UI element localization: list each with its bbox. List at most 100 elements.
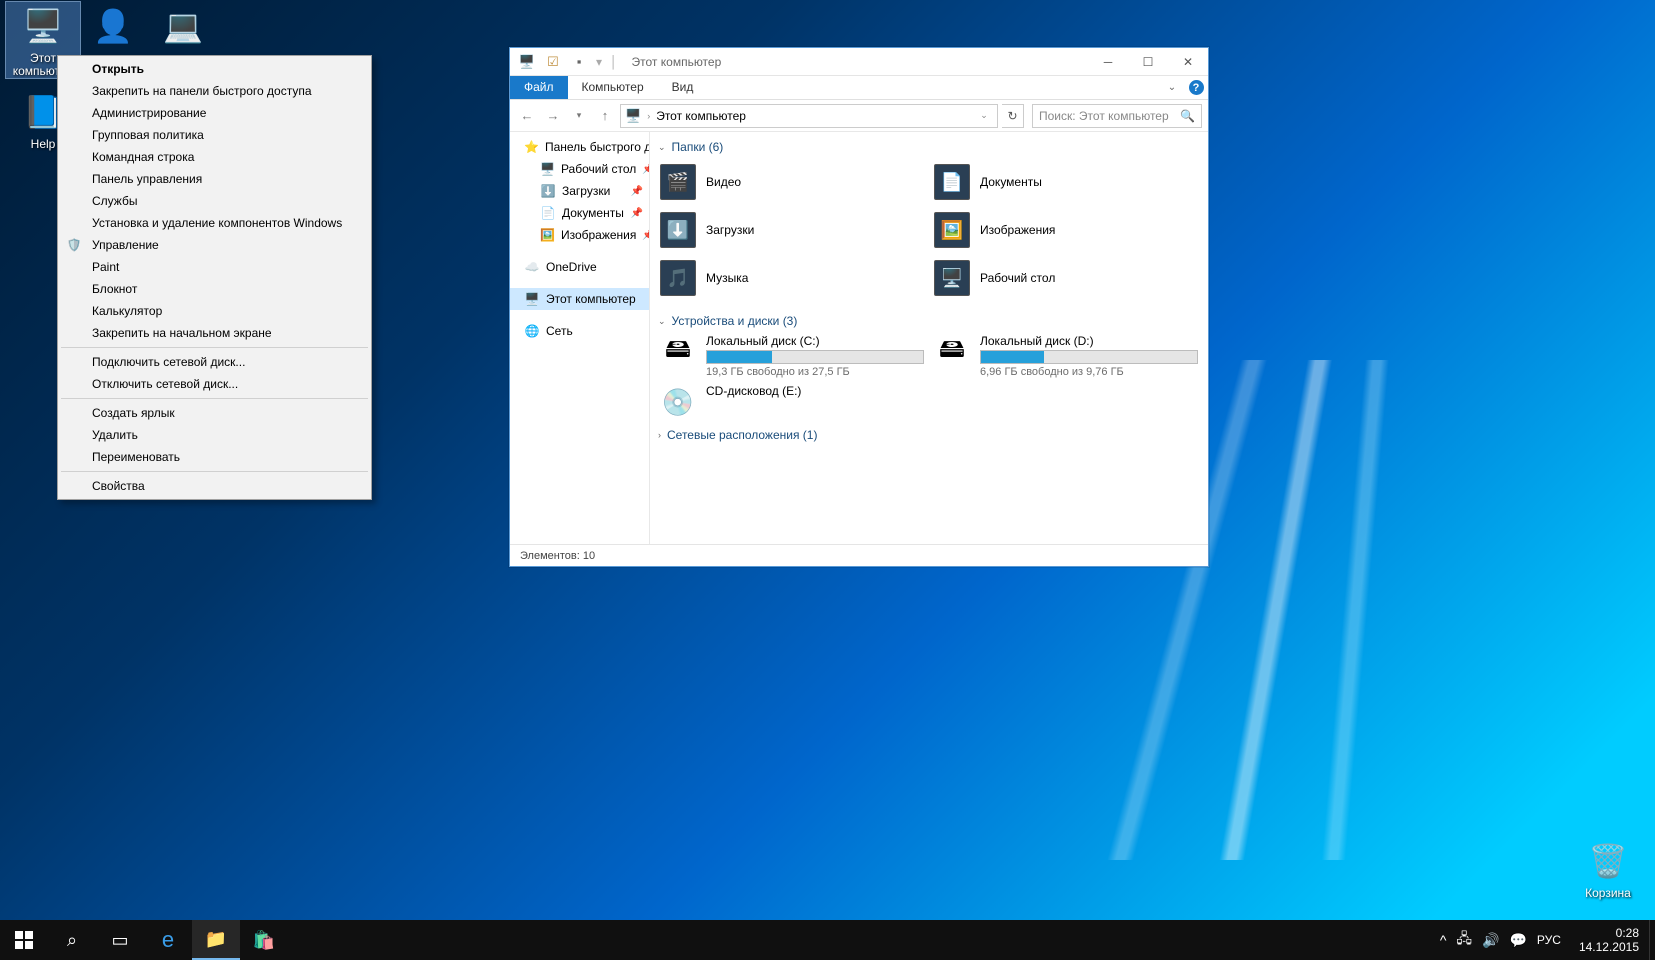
- menu-pin-start[interactable]: Закрепить на начальном экране: [60, 322, 369, 344]
- menu-manage[interactable]: 🛡️Управление: [60, 234, 369, 256]
- menu-separator: [61, 398, 368, 399]
- store-icon: 🛍️: [253, 930, 275, 951]
- shield-icon: 🛡️: [66, 237, 82, 253]
- network-icon[interactable]: 🖧: [1456, 928, 1472, 952]
- pin-icon: 📌: [631, 186, 643, 197]
- nav-this-pc[interactable]: 🖥️Этот компьютер: [510, 288, 649, 310]
- status-text: Элементов: 10: [520, 550, 595, 562]
- chevron-down-icon: ⌄: [658, 316, 666, 327]
- menu-group-policy[interactable]: Групповая политика: [60, 124, 369, 146]
- tab-file[interactable]: Файл: [510, 76, 568, 99]
- computer-icon: 🖥️: [19, 2, 67, 50]
- menu-services[interactable]: Службы: [60, 190, 369, 212]
- refresh-button[interactable]: ↻: [1002, 104, 1024, 128]
- recent-locations-button[interactable]: ▾: [568, 105, 590, 127]
- tab-view[interactable]: Вид: [658, 76, 708, 99]
- cloud-icon: ☁️: [524, 259, 540, 275]
- help-button[interactable]: ?: [1184, 76, 1208, 99]
- folder-music[interactable]: 🎵Музыка: [660, 256, 924, 300]
- group-folders[interactable]: ⌄Папки (6): [654, 134, 1204, 158]
- folder-video[interactable]: 🎬Видео: [660, 160, 924, 204]
- search-icon: 🔍: [1180, 109, 1195, 123]
- menu-properties[interactable]: Свойства: [60, 475, 369, 497]
- folder-desktop[interactable]: 🖥️Рабочий стол: [934, 256, 1198, 300]
- show-desktop-button[interactable]: [1649, 920, 1655, 960]
- desktop[interactable]: 🖥️ Этот компьютер 👤 💻 📘 Help 🗑️ Корзина …: [0, 0, 1655, 960]
- nav-pictures[interactable]: 🖼️Изображения📌: [510, 224, 649, 246]
- language-indicator[interactable]: РУС: [1537, 933, 1561, 947]
- forward-button[interactable]: →: [542, 105, 564, 127]
- drive-d[interactable]: 🖴 Локальный диск (D:) 6,96 ГБ свободно и…: [934, 334, 1198, 378]
- tab-computer[interactable]: Компьютер: [568, 76, 658, 99]
- qat-folder-icon[interactable]: ▪: [568, 51, 590, 73]
- folder-pictures[interactable]: 🖼️Изображения: [934, 208, 1198, 252]
- window-title: Этот компьютер: [626, 55, 1088, 69]
- drive-e[interactable]: 💿 CD-дисковод (E:): [660, 384, 924, 420]
- menu-rename[interactable]: Переименовать: [60, 446, 369, 468]
- clock-time: 0:28: [1579, 926, 1639, 940]
- task-view-button[interactable]: ▭: [96, 920, 144, 960]
- desktop-icon-recycle-bin[interactable]: 🗑️ Корзина: [1571, 837, 1645, 900]
- nav-network[interactable]: 🌐Сеть: [510, 320, 649, 342]
- menu-notepad[interactable]: Блокнот: [60, 278, 369, 300]
- star-icon: ⭐: [524, 139, 539, 155]
- menu-pin-quick-access[interactable]: Закрепить на панели быстрого доступа: [60, 80, 369, 102]
- explorer-window: 🖥️ ☑ ▪ ▾ │ Этот компьютер ─ ☐ ✕ Файл Ком…: [509, 47, 1209, 567]
- volume-icon[interactable]: 🔊: [1482, 932, 1499, 949]
- group-network[interactable]: ›Сетевые расположения (1): [654, 422, 1204, 446]
- menu-add-remove-components[interactable]: Установка и удаление компонентов Windows: [60, 212, 369, 234]
- menu-calculator[interactable]: Калькулятор: [60, 300, 369, 322]
- task-view-icon: ▭: [111, 930, 128, 951]
- menu-create-shortcut[interactable]: Создать ярлык: [60, 402, 369, 424]
- up-button[interactable]: ↑: [594, 105, 616, 127]
- breadcrumb[interactable]: Этот компьютер: [656, 109, 746, 123]
- nav-desktop[interactable]: 🖥️Рабочий стол📌: [510, 158, 649, 180]
- menu-map-drive[interactable]: Подключить сетевой диск...: [60, 351, 369, 373]
- menu-disconnect-drive[interactable]: Отключить сетевой диск...: [60, 373, 369, 395]
- ribbon-expand-button[interactable]: ⌄: [1160, 76, 1184, 99]
- address-bar[interactable]: 🖥️ › Этот компьютер ⌄: [620, 104, 998, 128]
- start-button[interactable]: [0, 920, 48, 960]
- notifications-icon[interactable]: 💬: [1509, 932, 1526, 949]
- titlebar[interactable]: 🖥️ ☑ ▪ ▾ │ Этот компьютер ─ ☐ ✕: [510, 48, 1208, 76]
- search-button[interactable]: ⌕: [48, 920, 96, 960]
- back-button[interactable]: ←: [516, 105, 538, 127]
- qat-properties-icon[interactable]: ☑: [542, 51, 564, 73]
- clock[interactable]: 0:28 14.12.2015: [1569, 926, 1649, 955]
- downloads-folder-icon: ⬇️: [660, 212, 696, 248]
- menu-command-line[interactable]: Командная строка: [60, 146, 369, 168]
- taskbar-explorer[interactable]: 📁: [192, 920, 240, 960]
- folder-downloads[interactable]: ⬇️Загрузки: [660, 208, 924, 252]
- downloads-icon: ⬇️: [540, 183, 556, 199]
- menu-delete[interactable]: Удалить: [60, 424, 369, 446]
- desktop-icon-app-2[interactable]: 💻: [146, 2, 220, 52]
- drive-c[interactable]: 🖴 Локальный диск (C:) 19,3 ГБ свободно и…: [660, 334, 924, 378]
- menu-administration[interactable]: Администрирование: [60, 102, 369, 124]
- system-tray: ^ 🖧 🔊 💬 РУС: [1432, 928, 1569, 952]
- nav-quick-access[interactable]: ⭐Панель быстрого до: [510, 136, 649, 158]
- status-bar: Элементов: 10: [510, 544, 1208, 566]
- search-input[interactable]: Поиск: Этот компьютер 🔍: [1032, 104, 1202, 128]
- menu-paint[interactable]: Paint: [60, 256, 369, 278]
- folder-documents[interactable]: 📄Документы: [934, 160, 1198, 204]
- taskbar-store[interactable]: 🛍️: [240, 920, 288, 960]
- group-devices[interactable]: ⌄Устройства и диски (3): [654, 308, 1204, 332]
- computer-icon: 🖥️: [625, 108, 641, 124]
- minimize-button[interactable]: ─: [1088, 48, 1128, 76]
- maximize-button[interactable]: ☐: [1128, 48, 1168, 76]
- taskbar-edge[interactable]: e: [144, 920, 192, 960]
- tray-chevron-icon[interactable]: ^: [1440, 932, 1447, 948]
- menu-separator: [61, 347, 368, 348]
- address-dropdown-button[interactable]: ⌄: [975, 110, 993, 121]
- menu-open[interactable]: Открыть: [60, 58, 369, 80]
- nav-documents[interactable]: 📄Документы📌: [510, 202, 649, 224]
- app-icon[interactable]: 🖥️: [516, 51, 538, 73]
- nav-onedrive[interactable]: ☁️OneDrive: [510, 256, 649, 278]
- clock-date: 14.12.2015: [1579, 940, 1639, 954]
- nav-downloads[interactable]: ⬇️Загрузки📌: [510, 180, 649, 202]
- usage-bar: [980, 350, 1198, 364]
- close-button[interactable]: ✕: [1168, 48, 1208, 76]
- context-menu: Открыть Закрепить на панели быстрого дос…: [57, 55, 372, 500]
- menu-control-panel[interactable]: Панель управления: [60, 168, 369, 190]
- desktop-icon-app-1[interactable]: 👤: [76, 2, 150, 52]
